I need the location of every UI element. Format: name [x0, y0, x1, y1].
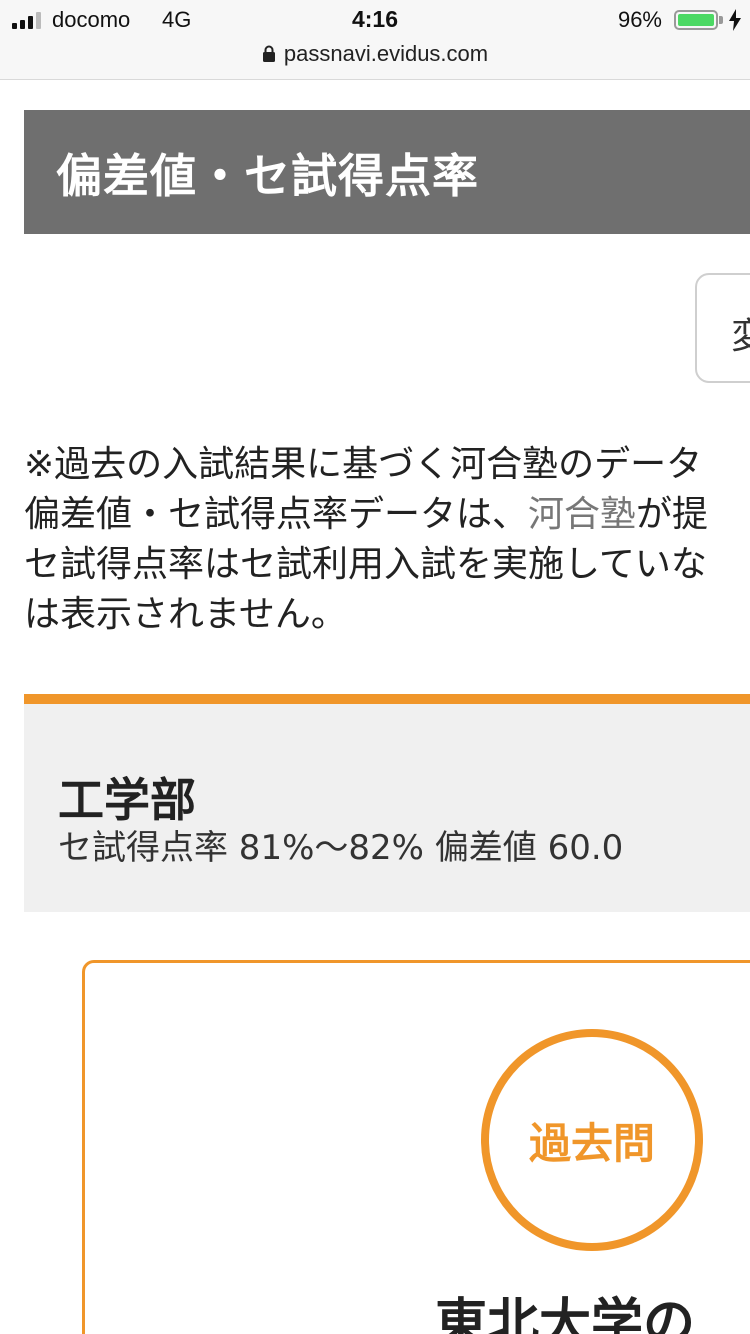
note-line-4: は表示されません。	[24, 594, 347, 635]
past-exam-title: 東北大学の	[435, 1294, 696, 1334]
status-bar: docomo 4G 4:16 96%	[0, 0, 750, 40]
past-exam-badge-label: 過去問	[528, 1118, 655, 1168]
section-title: 偏差値・セ試得点率	[56, 149, 479, 203]
battery-cap	[719, 16, 723, 24]
battery-level	[678, 14, 714, 26]
change-button-label: 変更	[731, 307, 750, 359]
change-button[interactable]: 変更	[695, 273, 750, 383]
note-line-2: 偏差値・セ試得点率データは、河合塾が提	[24, 490, 750, 540]
lock-icon	[262, 45, 275, 62]
kawaijuku-link[interactable]: 河合塾	[528, 494, 636, 535]
charging-bolt-icon	[729, 9, 741, 31]
note-line-2-suffix: が提	[636, 494, 709, 535]
note-line-3: セ試得点率はセ試利用入試を実施していな	[24, 544, 707, 585]
past-exam-badge: 過去問	[481, 1029, 703, 1251]
data-source-note: ※過去の入試結果に基づく河合塾のデータ 偏差値・セ試得点率データは、河合塾が提 …	[24, 440, 750, 640]
faculty-stats: セ試得点率 81%〜82% 偏差値 60.0	[58, 828, 624, 868]
screen: docomo 4G 4:16 96% passnavi.evidus.com 偏…	[0, 0, 750, 1334]
past-exam-card[interactable]: 過去問 東北大学の	[82, 960, 750, 1334]
note-line-1: ※過去の入試結果に基づく河合塾のデータ	[24, 444, 703, 485]
battery-icon	[674, 10, 718, 30]
faculty-card: 工学部 セ試得点率 81%〜82% 偏差値 60.0	[24, 694, 750, 912]
note-line-2-prefix: 偏差値・セ試得点率データは、	[24, 494, 529, 535]
section-header: 偏差値・セ試得点率	[24, 110, 750, 234]
battery-percent: 96%	[617, 7, 662, 32]
url-display[interactable]: passnavi.evidus.com	[0, 41, 750, 67]
address-bar[interactable]: passnavi.evidus.com	[0, 40, 750, 80]
url-text: passnavi.evidus.com	[283, 41, 489, 66]
